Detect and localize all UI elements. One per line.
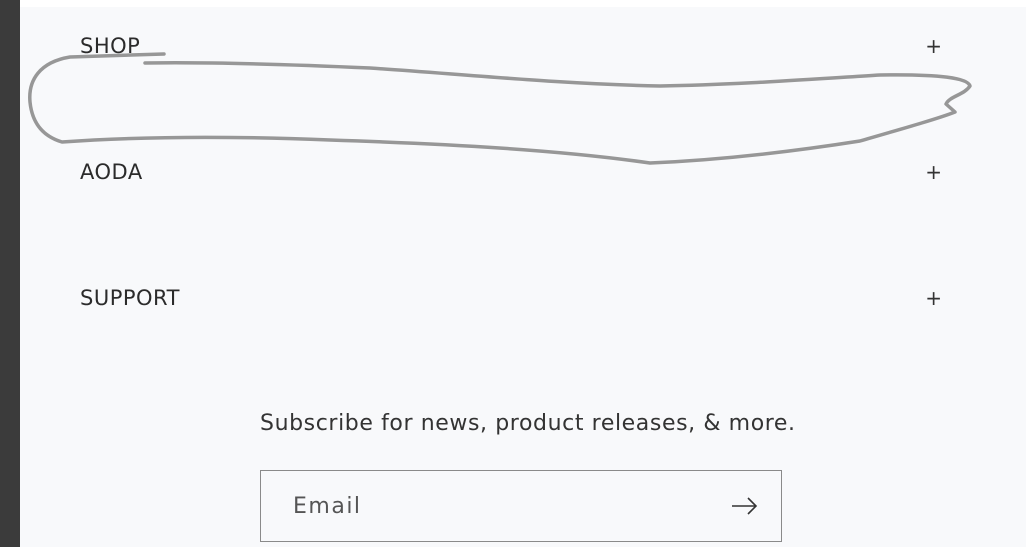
- accordion-support[interactable]: SUPPORT +: [80, 283, 960, 313]
- plus-icon[interactable]: +: [925, 31, 942, 61]
- arrow-right-icon[interactable]: [729, 491, 761, 521]
- accordion-support-label: SUPPORT: [80, 286, 180, 310]
- accordion-aoda[interactable]: AODA +: [80, 157, 960, 187]
- accordion-shop-label: SHOP: [80, 34, 141, 58]
- footer-panel: [20, 7, 1026, 547]
- email-field[interactable]: [291, 485, 715, 527]
- newsletter-heading: Subscribe for news, product releases, & …: [260, 411, 796, 436]
- accordion-aoda-label: AODA: [80, 160, 143, 184]
- newsletter-form: [260, 470, 782, 542]
- window-edge: [0, 0, 20, 547]
- plus-icon[interactable]: +: [925, 157, 942, 187]
- accordion-shop[interactable]: SHOP +: [80, 31, 960, 61]
- page-frame: SHOP + AODA + SUPPORT + Subscribe for ne…: [0, 0, 1026, 547]
- plus-icon[interactable]: +: [925, 283, 942, 313]
